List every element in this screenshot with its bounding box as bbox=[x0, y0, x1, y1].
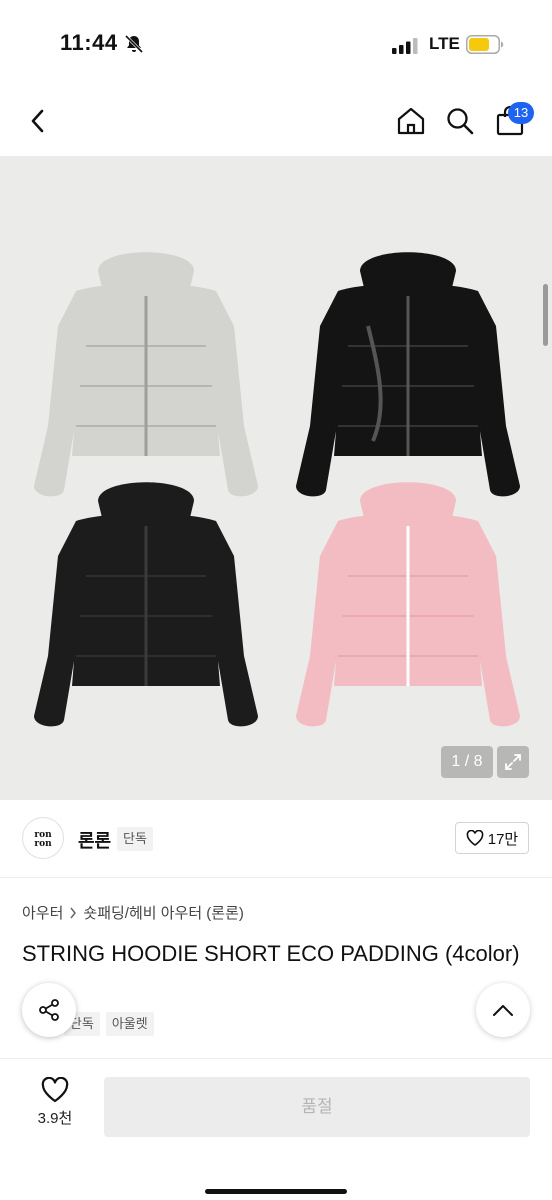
network-label: LTE bbox=[429, 34, 460, 53]
jacket-glossy-black bbox=[296, 252, 520, 497]
search-icon bbox=[447, 108, 474, 135]
expand-image-button[interactable] bbox=[497, 746, 529, 778]
tag-outlet: 아울렛 bbox=[105, 1012, 154, 1036]
product-image-gallery[interactable] bbox=[0, 156, 552, 800]
svg-text:ron: ron bbox=[34, 839, 52, 848]
bell-off-icon bbox=[124, 34, 144, 54]
share-button[interactable] bbox=[22, 983, 76, 1037]
product-image bbox=[34, 252, 520, 727]
brand-name[interactable]: 론론 bbox=[78, 827, 111, 853]
jacket-silver bbox=[34, 252, 258, 497]
brand-like-button[interactable]: 17만 bbox=[455, 822, 529, 854]
home-icon bbox=[397, 107, 425, 135]
jacket-pink bbox=[296, 482, 520, 727]
wishlist-button[interactable]: 3.9천 bbox=[22, 1077, 88, 1141]
brand-logo[interactable]: ron ron bbox=[22, 817, 64, 859]
brand-like-count: 17만 bbox=[487, 830, 519, 848]
heart-icon bbox=[466, 830, 484, 846]
bottom-action-bar: 3.9천 품절 bbox=[0, 1058, 552, 1200]
soldout-button[interactable]: 품절 bbox=[104, 1077, 530, 1137]
exclusive-tag: 단독 bbox=[117, 827, 153, 851]
top-nav-bar bbox=[0, 90, 552, 156]
scroll-to-top-button[interactable] bbox=[476, 983, 530, 1037]
status-time: 11:44 bbox=[60, 30, 118, 55]
home-button[interactable] bbox=[393, 103, 429, 139]
breadcrumb: 아우터 숏패딩/헤비 아우터 (론론) bbox=[22, 902, 244, 923]
brand-row[interactable]: ron ron 론론 단독 17만 bbox=[0, 800, 552, 878]
share-icon bbox=[39, 999, 59, 1021]
heart-icon bbox=[41, 1077, 69, 1103]
brand-logo-mark: ron ron bbox=[34, 830, 52, 848]
signal-icon bbox=[392, 38, 418, 54]
status-bar: 11:44 LTE bbox=[0, 0, 552, 90]
home-indicator bbox=[205, 1189, 347, 1194]
chevron-right-icon bbox=[70, 907, 77, 918]
gallery-page-indicator: 1 / 8 bbox=[441, 746, 493, 778]
chevron-up-icon bbox=[493, 1005, 513, 1016]
product-title: STRING HOODIE SHORT ECO PADDING (4color) bbox=[22, 941, 520, 966]
breadcrumb-item-outer[interactable]: 아우터 bbox=[22, 902, 63, 923]
breadcrumb-item-category[interactable]: 숏패딩/헤비 아우터 (론론) bbox=[83, 902, 244, 923]
search-button[interactable] bbox=[442, 103, 478, 139]
battery-icon bbox=[466, 35, 504, 54]
chevron-left-icon bbox=[31, 109, 44, 133]
scrollbar[interactable] bbox=[543, 284, 548, 346]
wishlist-count: 3.9천 bbox=[37, 1110, 73, 1127]
expand-icon bbox=[505, 754, 521, 770]
cart-count-badge: 13 bbox=[508, 102, 534, 124]
back-button[interactable] bbox=[20, 103, 56, 139]
jacket-matte-black bbox=[34, 482, 258, 727]
